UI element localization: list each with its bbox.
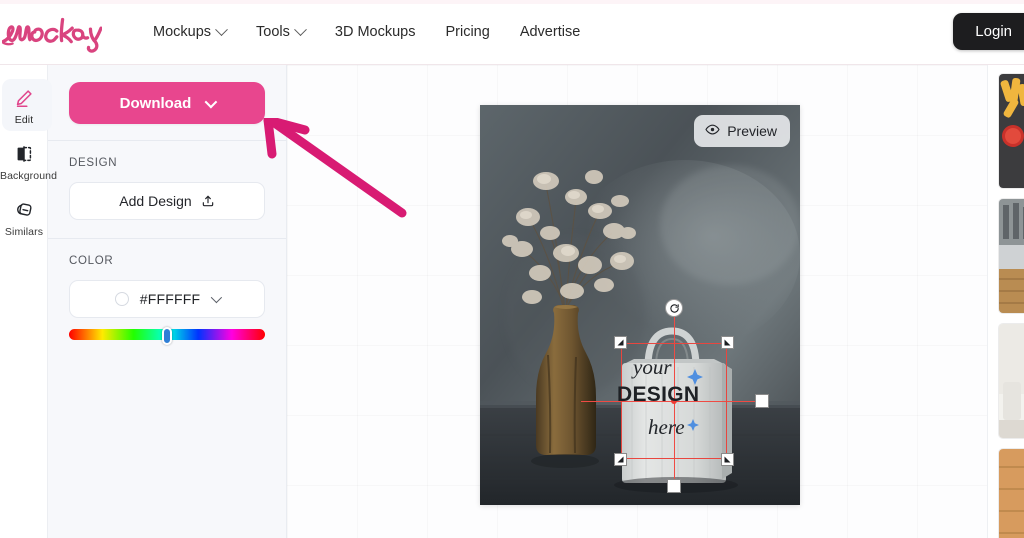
chevron-down-icon xyxy=(294,22,307,36)
design-artwork: your DESIGN here xyxy=(617,343,727,459)
preview-button-label: Preview xyxy=(727,123,777,139)
chevron-down-icon xyxy=(211,291,223,304)
mockey-logo[interactable] xyxy=(2,8,102,56)
nav-tools[interactable]: Tools xyxy=(241,16,320,48)
chevron-down-icon xyxy=(215,22,228,36)
similar-mockups-panel xyxy=(987,65,1024,538)
resize-handle-bottom-right[interactable] xyxy=(721,453,734,466)
color-hex-value: #FFFFFF xyxy=(139,291,201,307)
nav-pricing-label: Pricing xyxy=(445,24,490,40)
nav-advertise-label: Advertise xyxy=(519,24,581,40)
resize-handle-middle-right[interactable] xyxy=(755,394,769,408)
design-section-title: DESIGN xyxy=(69,157,118,169)
color-section: COLOR #FFFFFF xyxy=(48,239,286,345)
resize-handle-top-left[interactable] xyxy=(614,336,627,349)
preview-button[interactable]: Preview xyxy=(694,115,790,147)
thumbnail-item[interactable] xyxy=(998,73,1024,189)
similars-icon xyxy=(0,197,48,223)
tool-rail: Edit Background Similars xyxy=(0,65,58,538)
nav-advertise[interactable]: Advertise xyxy=(505,16,595,48)
mockup-image[interactable]: Preview your DESIGN here xyxy=(480,105,800,505)
resize-handle-top-right[interactable] xyxy=(721,336,734,349)
eye-icon xyxy=(705,122,720,140)
color-swatch xyxy=(114,292,129,306)
pencil-icon xyxy=(0,85,48,111)
nav-3d-mockups-label: 3D Mockups xyxy=(334,24,416,40)
rotate-handle[interactable] xyxy=(665,299,683,317)
thumbnail-item[interactable] xyxy=(998,198,1024,314)
rail-item-edit[interactable]: Edit xyxy=(0,77,52,133)
rail-item-edit-label: Edit xyxy=(14,114,34,126)
design-selection-overlay[interactable]: your DESIGN here xyxy=(581,299,769,493)
left-editor-panel: Download DESIGN Add Design COLOR #FFFFFF xyxy=(48,65,287,538)
background-icon xyxy=(0,141,48,167)
upload-icon xyxy=(201,194,215,208)
rail-item-background[interactable]: Background xyxy=(0,133,58,189)
app-root: Mockups Tools 3D Mockups Pricing Adverti… xyxy=(0,0,1024,538)
chevron-down-icon xyxy=(204,95,218,108)
nav-pricing[interactable]: Pricing xyxy=(430,16,504,48)
download-section: Download xyxy=(48,65,286,141)
download-button-label: Download xyxy=(119,94,192,112)
nav-tools-label: Tools xyxy=(256,24,290,40)
rail-item-similars-label: Similars xyxy=(4,226,44,238)
thumbnail-item[interactable] xyxy=(998,448,1024,538)
nav-3d-mockups[interactable]: 3D Mockups xyxy=(320,16,431,48)
nav-mockups-label: Mockups xyxy=(153,24,212,40)
add-design-label: Add Design xyxy=(119,193,192,209)
design-section: DESIGN Add Design xyxy=(48,141,286,239)
login-button-label: Login xyxy=(975,23,1012,40)
top-navigation-bar: Mockups Tools 3D Mockups Pricing Adverti… xyxy=(0,0,1024,65)
mockup-canvas: Preview your DESIGN here xyxy=(287,65,987,538)
nav-links: Mockups Tools 3D Mockups Pricing Adverti… xyxy=(138,16,595,48)
download-button[interactable]: Download xyxy=(69,82,265,124)
rail-item-background-label: Background xyxy=(0,170,58,182)
hue-slider-thumb[interactable] xyxy=(162,327,172,345)
color-section-title: COLOR xyxy=(69,255,114,267)
resize-handle-bottom-center[interactable] xyxy=(667,479,681,493)
thumbnail-item[interactable] xyxy=(998,323,1024,439)
resize-handle-bottom-left[interactable] xyxy=(614,453,627,466)
login-button[interactable]: Login xyxy=(953,13,1024,50)
nav-mockups[interactable]: Mockups xyxy=(138,16,241,48)
sparkle-icons xyxy=(687,369,703,431)
add-design-button[interactable]: Add Design xyxy=(69,182,265,220)
rail-item-similars[interactable]: Similars xyxy=(0,189,48,245)
hue-slider[interactable] xyxy=(69,327,265,345)
color-picker-field[interactable]: #FFFFFF xyxy=(69,280,265,318)
